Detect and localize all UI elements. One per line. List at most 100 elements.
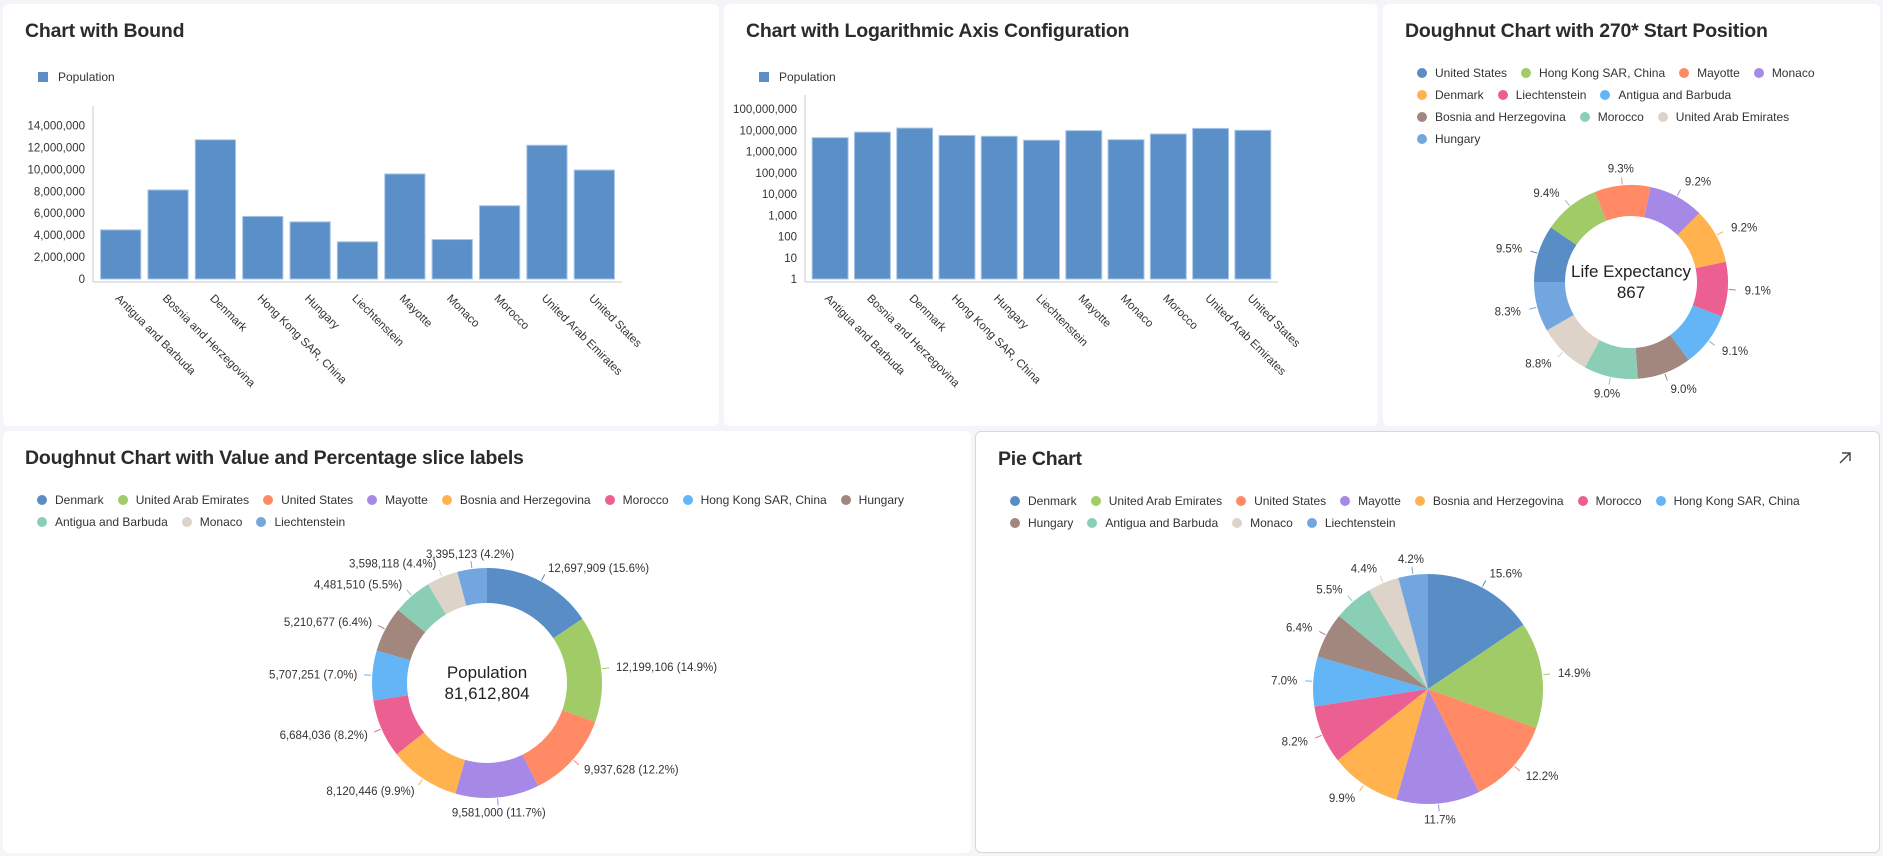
x-tick-label: Bosnia and Herzegovina <box>160 293 258 391</box>
bar-morocco[interactable] <box>478 205 521 280</box>
pie-chart: 15.6% 14.9% 12.2% 11.7% 9.9% 8.2% 7.0% 6.4% 5.5%… <box>1271 554 1591 826</box>
bar-antigua-and-barbuda[interactable] <box>811 137 849 280</box>
slice-label: 8.8% <box>1525 359 1551 371</box>
bar-antigua-and-barbuda[interactable] <box>100 229 142 280</box>
slice-label: 9.1% <box>1722 346 1748 358</box>
slice-label: 8,120,446 (9.9%) <box>326 786 414 798</box>
slice-label: 11.7% <box>1424 814 1456 826</box>
leader-line <box>1664 373 1668 381</box>
slice-label: 14.9% <box>1558 668 1591 680</box>
bar-monaco[interactable] <box>1107 139 1145 280</box>
slice-denmark[interactable] <box>487 568 583 639</box>
leader-line <box>1676 189 1682 196</box>
bar-united-arab-emirates[interactable] <box>526 144 568 280</box>
y-tick-label: 10,000 <box>762 189 797 201</box>
leader-line <box>1411 566 1414 575</box>
leader-line <box>1319 631 1326 636</box>
leader-line <box>573 759 580 766</box>
y-tick-label: 100,000,000 <box>733 104 797 116</box>
leader-line <box>374 728 381 733</box>
leader-line <box>1543 673 1551 676</box>
y-tick-label: 100 <box>778 232 797 244</box>
x-tick-label: Antigua and Barbuda <box>822 293 907 378</box>
leader-line <box>418 779 423 786</box>
y-tick-label: 14,000,000 <box>27 120 85 132</box>
leader-line <box>1530 250 1538 254</box>
y-tick-label: 10,000,000 <box>739 125 797 137</box>
leader-line <box>1482 580 1487 587</box>
bar-mayotte[interactable] <box>384 173 426 280</box>
bar-bosnia-and-herzegovina[interactable] <box>147 189 189 280</box>
bar-mayotte[interactable] <box>1065 130 1103 280</box>
bar-monaco[interactable] <box>431 239 473 280</box>
panel-chart-log-axis: Chart with Logarithmic Axis Configuratio… <box>724 4 1378 426</box>
slice-label: 9.2% <box>1731 222 1757 234</box>
slice-label: 9.5% <box>1496 243 1522 255</box>
slice-label: 9.2% <box>1685 177 1711 189</box>
x-tick-label: Mayotte <box>1076 293 1113 330</box>
y-tick-label: 2,000,000 <box>34 252 85 264</box>
leader-line <box>1529 306 1537 310</box>
slice-label: 9.0% <box>1670 384 1696 396</box>
bar-bosnia-and-herzegovina[interactable] <box>853 131 891 280</box>
leader-line <box>1716 231 1724 236</box>
x-tick-label: Denmark <box>207 293 249 335</box>
x-tick-label: United Arab Emirates <box>1202 293 1287 378</box>
bar-hungary[interactable] <box>289 221 331 280</box>
x-tick-label: Denmark <box>907 293 949 335</box>
leader-line <box>1557 351 1564 358</box>
leader-line <box>497 798 499 806</box>
slice-label: 5,210,677 (6.4%) <box>284 617 372 629</box>
center-label: Population <box>447 663 527 682</box>
leader-line <box>1438 804 1440 812</box>
y-tick-label: 12,000,000 <box>27 142 85 154</box>
slice-label: 12,199,106 (14.9%) <box>616 662 717 674</box>
bar-hungary[interactable] <box>980 135 1018 280</box>
slice-label: 15.6% <box>1490 568 1523 580</box>
x-tick-label: Monaco <box>444 293 481 330</box>
center-value: 867 <box>1617 283 1645 302</box>
bar-hong-kong-sar-china[interactable] <box>242 215 284 280</box>
slice-label: 9.1% <box>1745 286 1771 298</box>
y-tick-label: 1,000 <box>768 210 797 222</box>
slice-label: 9.3% <box>1608 163 1634 175</box>
panel-doughnut-270: Doughnut Chart with 270* Start Position … <box>1383 4 1880 426</box>
leader-line <box>1514 765 1521 772</box>
leader-line <box>1564 199 1570 206</box>
slice-label: 9,581,000 (11.7%) <box>452 807 546 819</box>
slice-mayotte[interactable] <box>455 754 539 798</box>
bar-united-arab-emirates[interactable] <box>1192 127 1230 280</box>
y-tick-label: 1,000,000 <box>746 147 797 159</box>
bar-united-states[interactable] <box>573 169 615 280</box>
bar-chart-log: 1 10 100 1,000 10,000 100,000 1,000,000 10,000,… <box>733 95 1302 390</box>
bar-liechtenstein[interactable] <box>1023 139 1060 280</box>
x-tick-label: Mayotte <box>397 293 434 330</box>
bar-liechtenstein[interactable] <box>336 241 379 280</box>
center-value: 81,612,804 <box>444 684 529 703</box>
bar-united-states[interactable] <box>1234 129 1272 280</box>
bar-chart-bound: 0 2,000,000 4,000,000 6,000,000 8,000,000 10,… <box>27 106 644 391</box>
x-tick-label: Hungary <box>302 293 341 332</box>
x-tick-label: Hong Kong SAR, China <box>949 293 1043 387</box>
bar-denmark[interactable] <box>896 127 934 280</box>
slice-label: 5,707,251 (7.0%) <box>269 669 357 681</box>
slice-label: 8.2% <box>1282 736 1308 748</box>
y-tick-label: 1 <box>791 274 797 286</box>
leader-line <box>1728 288 1736 291</box>
slice-label: 12.2% <box>1526 771 1559 783</box>
slice-united-arab-emirates[interactable] <box>553 618 602 722</box>
bar-denmark[interactable] <box>194 139 237 280</box>
center-label: Life Expectancy <box>1571 262 1692 281</box>
slice-label: 9,937,628 (12.2%) <box>584 765 679 777</box>
y-tick-label: 100,000 <box>755 168 797 180</box>
leader-line <box>1608 377 1611 385</box>
y-tick-label: 10,000,000 <box>27 164 85 176</box>
slice-label: 9.4% <box>1533 188 1559 200</box>
slice-label: 7.0% <box>1271 675 1297 687</box>
slice-label: 5.5% <box>1316 585 1342 597</box>
x-tick-label: Monaco <box>1118 293 1155 330</box>
bar-hong-kong-sar-china[interactable] <box>938 134 976 280</box>
leader-line <box>1708 340 1716 346</box>
slice-label: 4,481,510 (5.5%) <box>314 579 402 591</box>
bar-morocco[interactable] <box>1149 133 1187 280</box>
